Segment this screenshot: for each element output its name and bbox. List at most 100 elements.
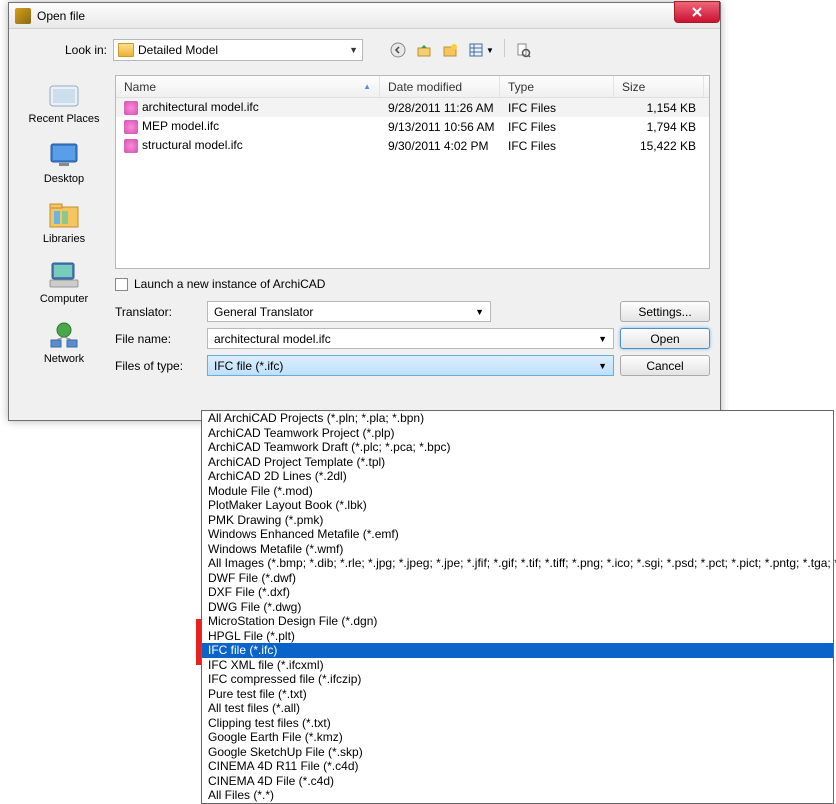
file-size: 15,422 KB <box>614 139 704 153</box>
filetype-option[interactable]: Windows Enhanced Metafile (*.emf) <box>202 527 833 542</box>
titlebar: Open file <box>9 3 720 29</box>
preview-icon <box>515 42 531 58</box>
back-button[interactable] <box>387 39 409 61</box>
col-date[interactable]: Date modified <box>380 76 500 97</box>
file-date: 9/13/2011 10:56 AM <box>380 120 500 134</box>
chevron-down-icon: ▼ <box>349 45 358 55</box>
filetype-option[interactable]: All Files (*.*) <box>202 788 833 803</box>
filetype-option[interactable]: PMK Drawing (*.pmk) <box>202 513 833 528</box>
filetype-option[interactable]: Windows Metafile (*.wmf) <box>202 542 833 557</box>
views-icon <box>468 42 484 58</box>
file-date: 9/30/2011 4:02 PM <box>380 139 500 153</box>
lookin-label: Look in: <box>59 43 107 57</box>
filename-input[interactable]: architectural model.ifc ▼ <box>207 328 614 349</box>
new-folder-icon <box>442 42 458 58</box>
file-list-header: Name▲ Date modified Type Size <box>116 76 709 98</box>
place-libraries[interactable]: Libraries <box>24 199 104 245</box>
up-button[interactable] <box>413 39 435 61</box>
filetype-option[interactable]: DWG File (*.dwg) <box>202 600 833 615</box>
file-row[interactable]: MEP model.ifc 9/13/2011 10:56 AMIFC Files… <box>116 117 709 136</box>
preview-button[interactable] <box>512 39 534 61</box>
app-icon <box>15 8 31 24</box>
place-desktop[interactable]: Desktop <box>24 139 104 185</box>
chevron-down-icon: ▼ <box>475 307 484 317</box>
file-type: IFC Files <box>500 101 614 115</box>
place-recent[interactable]: Recent Places <box>24 79 104 125</box>
lookin-combo[interactable]: Detailed Model ▼ <box>113 39 363 61</box>
translator-combo[interactable]: General Translator ▼ <box>207 301 491 322</box>
file-icon <box>124 120 138 134</box>
new-folder-button[interactable] <box>439 39 461 61</box>
col-type[interactable]: Type <box>500 76 614 97</box>
filetype-option[interactable]: ArchiCAD 2D Lines (*.2dl) <box>202 469 833 484</box>
place-network[interactable]: Network <box>24 319 104 365</box>
filetype-option[interactable]: CINEMA 4D File (*.c4d) <box>202 774 833 789</box>
filetype-option[interactable]: CINEMA 4D R11 File (*.c4d) <box>202 759 833 774</box>
filetype-option[interactable]: Pure test file (*.txt) <box>202 687 833 702</box>
file-row[interactable]: architectural model.ifc 9/28/2011 11:26 A… <box>116 98 709 117</box>
up-folder-icon <box>416 42 432 58</box>
file-name: structural model.ifc <box>142 138 243 152</box>
lookin-value: Detailed Model <box>138 43 218 57</box>
libraries-icon <box>46 199 82 231</box>
recent-places-icon <box>46 79 82 111</box>
filetype-option[interactable]: ArchiCAD Teamwork Draft (*.plc; *.pca; *… <box>202 440 833 455</box>
window-title: Open file <box>37 9 85 23</box>
filetype-option[interactable]: ArchiCAD Teamwork Project (*.plp) <box>202 426 833 441</box>
file-type: IFC Files <box>500 120 614 134</box>
back-icon <box>390 42 406 58</box>
open-button[interactable]: Open <box>620 328 710 349</box>
filetype-option[interactable]: HPGL File (*.plt) <box>202 629 833 644</box>
separator <box>504 39 505 57</box>
filetype-label: Files of type: <box>115 359 201 373</box>
network-icon <box>46 319 82 351</box>
new-instance-label: Launch a new instance of ArchiCAD <box>134 277 325 291</box>
filetype-combo[interactable]: IFC file (*.ifc) ▼ <box>207 355 614 376</box>
sort-asc-icon: ▲ <box>363 82 371 91</box>
file-name: MEP model.ifc <box>142 119 219 133</box>
places-bar: Recent Places Desktop Libraries Computer… <box>19 75 109 382</box>
place-computer[interactable]: Computer <box>24 259 104 305</box>
folder-icon <box>118 43 134 57</box>
filename-label: File name: <box>115 332 201 346</box>
settings-button[interactable]: Settings... <box>620 301 710 322</box>
translator-label: Translator: <box>115 305 201 319</box>
file-size: 1,794 KB <box>614 120 704 134</box>
file-size: 1,154 KB <box>614 101 704 115</box>
filetype-option[interactable]: PlotMaker Layout Book (*.lbk) <box>202 498 833 513</box>
filetype-option[interactable]: Clipping test files (*.txt) <box>202 716 833 731</box>
filetype-option[interactable]: Google SketchUp File (*.skp) <box>202 745 833 760</box>
file-icon <box>124 101 138 115</box>
chevron-down-icon: ▼ <box>598 361 607 371</box>
filetype-dropdown[interactable]: All ArchiCAD Projects (*.pln; *.pla; *.b… <box>201 410 834 804</box>
file-type: IFC Files <box>500 139 614 153</box>
filetype-option[interactable]: All test files (*.all) <box>202 701 833 716</box>
new-instance-checkbox[interactable] <box>115 278 128 291</box>
filetype-option[interactable]: DXF File (*.dxf) <box>202 585 833 600</box>
filetype-option[interactable]: DWF File (*.dwf) <box>202 571 833 586</box>
file-date: 9/28/2011 11:26 AM <box>380 101 500 115</box>
filetype-option[interactable]: All Images (*.bmp; *.dib; *.rle; *.jpg; … <box>202 556 833 571</box>
filetype-option[interactable]: IFC file (*.ifc) <box>202 643 833 658</box>
file-name: architectural model.ifc <box>142 100 259 114</box>
file-icon <box>124 139 138 153</box>
open-file-dialog: Open file Look in: Detailed Model ▼ <box>8 2 721 421</box>
filetype-option[interactable]: ArchiCAD Project Template (*.tpl) <box>202 455 833 470</box>
file-list: Name▲ Date modified Type Size architectu… <box>115 75 710 269</box>
cancel-button[interactable]: Cancel <box>620 355 710 376</box>
filetype-option[interactable]: IFC compressed file (*.ifczip) <box>202 672 833 687</box>
close-icon <box>691 7 703 17</box>
file-row[interactable]: structural model.ifc 9/30/2011 4:02 PMIFC… <box>116 136 709 155</box>
col-size[interactable]: Size <box>614 76 704 97</box>
filetype-option[interactable]: IFC XML file (*.ifcxml) <box>202 658 833 673</box>
views-button[interactable]: ▼ <box>465 39 497 61</box>
desktop-icon <box>46 139 82 171</box>
computer-icon <box>46 259 82 291</box>
col-name[interactable]: Name▲ <box>116 76 380 97</box>
filetype-option[interactable]: All ArchiCAD Projects (*.pln; *.pla; *.b… <box>202 411 833 426</box>
filetype-option[interactable]: Module File (*.mod) <box>202 484 833 499</box>
close-button[interactable] <box>674 1 720 23</box>
filetype-option[interactable]: MicroStation Design File (*.dgn) <box>202 614 833 629</box>
chevron-down-icon: ▼ <box>598 334 607 344</box>
filetype-option[interactable]: Google Earth File (*.kmz) <box>202 730 833 745</box>
